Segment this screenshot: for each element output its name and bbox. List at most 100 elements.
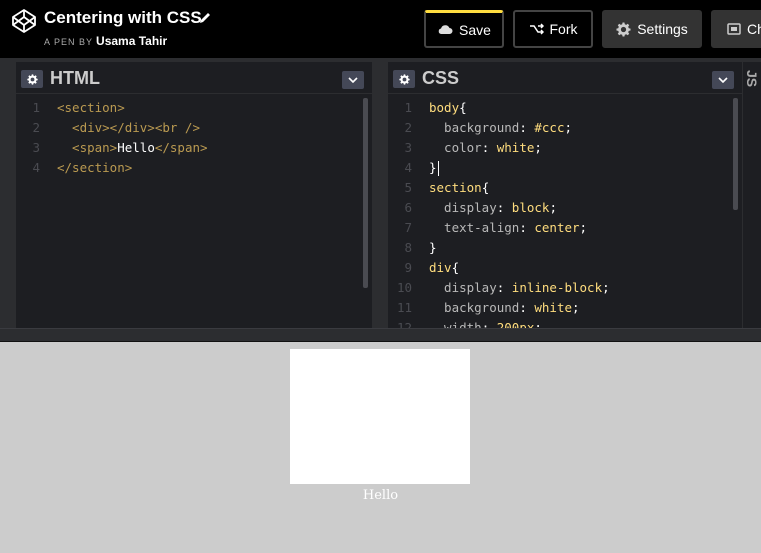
code-token: width — [429, 320, 482, 328]
code-token: 200px — [496, 320, 535, 328]
code-token: : — [519, 220, 535, 235]
code-line: 3 <span>Hello</span> — [16, 138, 372, 158]
code-token: : — [496, 200, 512, 215]
line-number: 9 — [404, 260, 412, 275]
line-number: 4 — [32, 160, 40, 175]
pen-title[interactable]: Centering with CSS — [44, 8, 202, 28]
layout-icon — [727, 23, 741, 35]
code-token: #ccc — [534, 120, 565, 135]
code-line: 2 background: #ccc; — [388, 118, 742, 138]
css-code-editor[interactable]: 1 body{2 background: #ccc; 3 color: white;… — [388, 98, 742, 328]
pen-author-link[interactable]: Usama Tahir — [96, 34, 167, 48]
code-token: block — [511, 200, 550, 215]
line-number: 1 — [32, 100, 40, 115]
code-token: : — [481, 140, 497, 155]
code-text: display: block; — [429, 198, 557, 218]
line-number: 4 — [404, 160, 412, 175]
line-number: 11 — [396, 300, 412, 315]
line-number: 6 — [404, 200, 412, 215]
html-menu-button[interactable] — [342, 71, 364, 89]
code-token: } — [429, 160, 437, 175]
code-token: : — [481, 320, 497, 328]
code-token: { — [459, 100, 467, 115]
code-token: ; — [534, 140, 542, 155]
code-text: width: 200px; — [429, 318, 542, 328]
code-line: 10 display: inline-block; — [388, 278, 742, 298]
code-line: 1 body{ — [388, 98, 742, 118]
gear-icon — [398, 73, 410, 85]
fork-icon — [529, 23, 544, 35]
html-pane-header: HTML — [16, 62, 372, 94]
css-scrollbar[interactable] — [733, 98, 738, 210]
code-text: <section> — [57, 98, 125, 118]
change-view-button[interactable]: Ch — [711, 10, 761, 48]
chevron-down-icon — [718, 77, 728, 83]
code-line: 2 <div></div><br /> — [16, 118, 372, 138]
code-text: <div></div><br /> — [57, 118, 200, 138]
code-line: 9 div{ — [388, 258, 742, 278]
result-preview: Hello — [0, 342, 761, 553]
css-settings-button[interactable] — [393, 70, 415, 88]
line-number: 12 — [396, 320, 412, 328]
code-text: background: #ccc; — [429, 118, 572, 138]
code-token: { — [481, 180, 490, 195]
code-token: ; — [549, 200, 557, 215]
code-text: <span>Hello</span> — [57, 138, 208, 158]
pane-resize-handle[interactable] — [372, 62, 388, 328]
code-text: } — [429, 158, 439, 178]
line-number: 3 — [404, 140, 412, 155]
save-button[interactable]: Save — [424, 10, 504, 48]
code-token: display — [429, 200, 497, 215]
editor-area: HTML 1 <section> 2 <div></div><br /> 3 <spa… — [0, 58, 761, 328]
js-editor-pane-collapsed[interactable]: JS — [742, 62, 761, 328]
code-line: 5 section{ — [388, 178, 742, 198]
gear-icon — [616, 21, 631, 37]
preview-resize-handle[interactable] — [0, 328, 761, 342]
left-gutter — [0, 58, 16, 328]
code-line: 4} — [388, 158, 742, 178]
pencil-icon[interactable] — [198, 11, 212, 25]
top-bar: Centering with CSS A PEN BY Usama Tahir S… — [0, 0, 761, 58]
css-pane-header: CSS — [388, 62, 742, 94]
settings-button[interactable]: Settings — [602, 10, 702, 48]
code-line: 12 width: 200px; — [388, 318, 742, 328]
line-number: 1 — [404, 100, 412, 115]
line-number: 2 — [404, 120, 412, 135]
pen-by-label: A PEN BY — [44, 37, 94, 47]
line-number: 3 — [32, 140, 40, 155]
settings-label: Settings — [637, 21, 688, 37]
code-text: div{ — [429, 258, 459, 278]
html-pane-title: HTML — [50, 68, 100, 88]
code-token: <section> — [57, 100, 125, 115]
code-token: div — [429, 260, 452, 275]
code-token: inline-block — [511, 280, 603, 295]
gear-icon — [26, 73, 38, 85]
code-token: Hello — [117, 140, 155, 155]
code-token: background — [429, 300, 520, 315]
line-number: 5 — [404, 180, 412, 195]
code-token: <span> — [57, 140, 118, 155]
line-number: 7 — [404, 220, 412, 235]
html-settings-button[interactable] — [21, 70, 43, 88]
css-menu-button[interactable] — [712, 71, 734, 89]
css-pane-title: CSS — [422, 68, 460, 88]
js-pane-title: JS — [744, 70, 760, 88]
line-number: 10 — [396, 280, 412, 295]
cloud-icon — [438, 25, 453, 34]
line-number: 8 — [404, 240, 412, 255]
html-scrollbar[interactable] — [363, 98, 368, 288]
code-token: color — [429, 140, 482, 155]
code-token: : — [519, 300, 535, 315]
codepen-logo-icon[interactable] — [11, 8, 37, 34]
code-token: white — [496, 140, 535, 155]
save-label: Save — [459, 21, 491, 38]
code-text: } — [429, 238, 437, 258]
fork-button[interactable]: Fork — [513, 10, 593, 48]
html-code-editor[interactable]: 1 <section> 2 <div></div><br /> 3 <span>Hel… — [16, 98, 372, 328]
code-token: center — [534, 220, 580, 235]
code-text: color: white; — [429, 138, 542, 158]
code-token: section — [429, 180, 482, 195]
code-token: </section> — [57, 160, 133, 175]
pen-byline: A PEN BY Usama Tahir — [44, 34, 167, 48]
code-token: <div></div><br /> — [57, 120, 200, 135]
